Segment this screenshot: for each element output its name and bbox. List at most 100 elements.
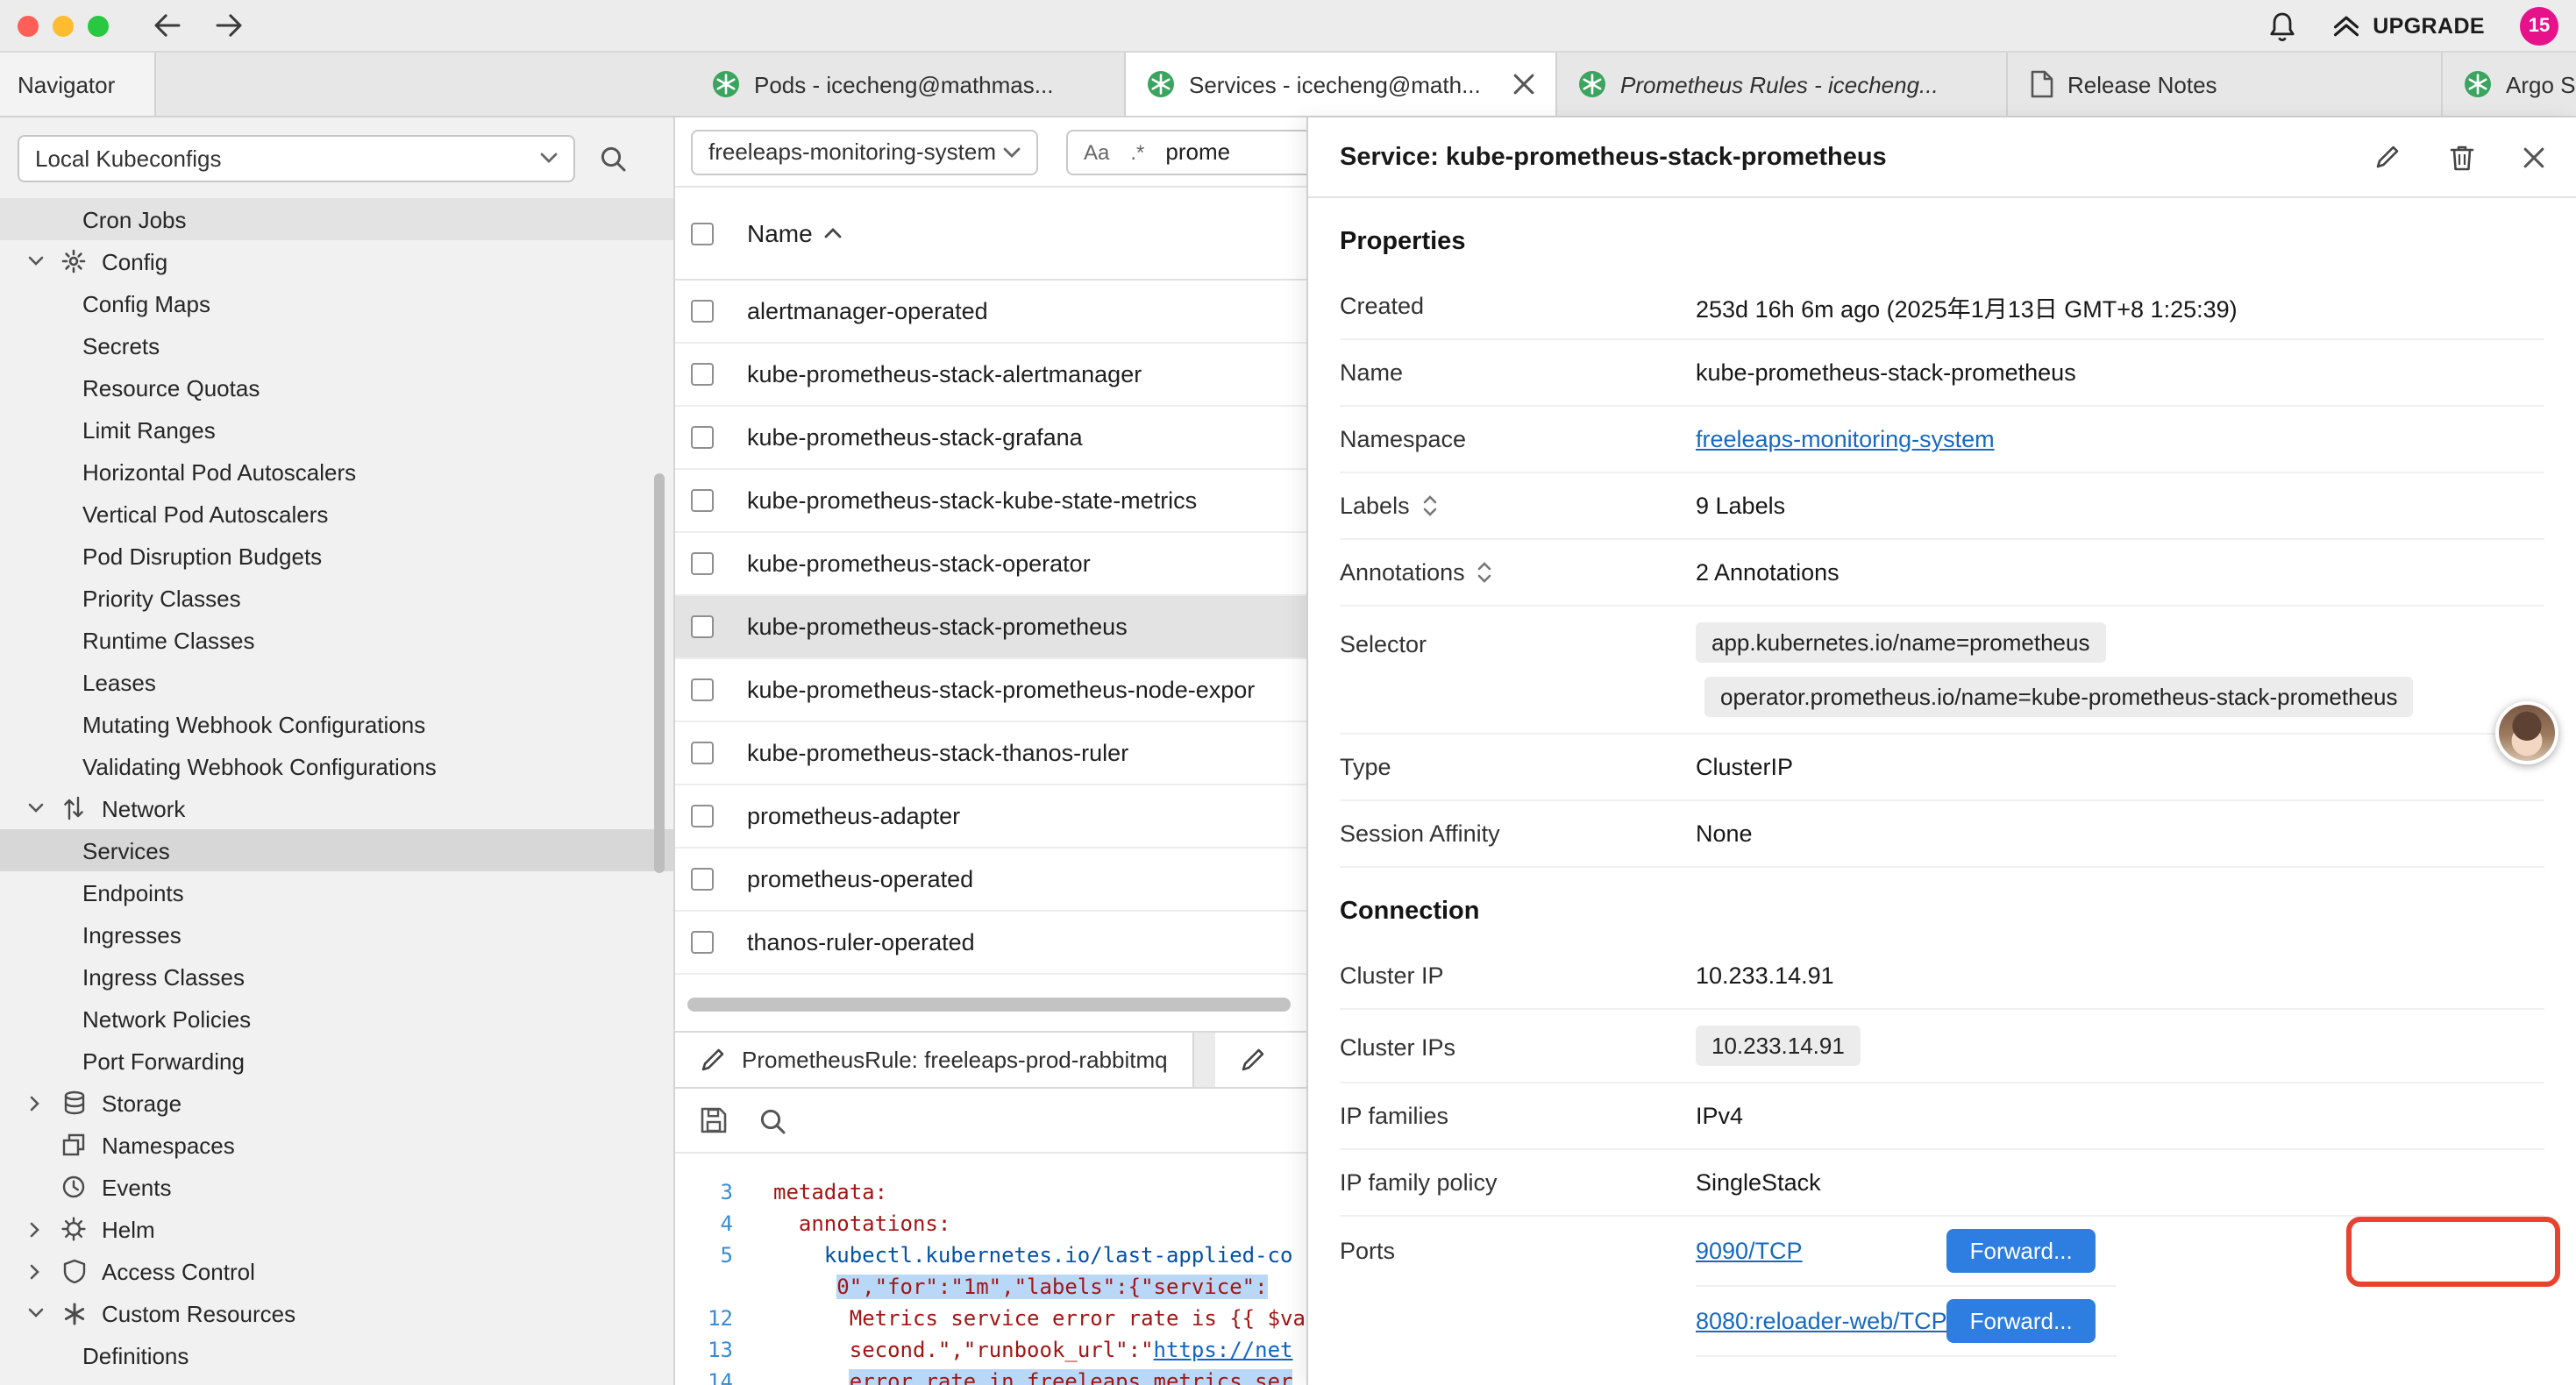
minimize-window-button[interactable] — [53, 15, 74, 36]
expander-icon[interactable] — [21, 1299, 49, 1327]
sidebar-item-resource-quotas[interactable]: Resource Quotas — [0, 366, 673, 408]
sidebar-item-ingress-classes[interactable]: Ingress Classes — [0, 955, 673, 998]
port-row: 9090/TCP Forward... — [1696, 1217, 2117, 1287]
sidebar-item-secrets[interactable]: Secrets — [0, 324, 673, 366]
close-window-button[interactable] — [18, 15, 39, 36]
sidebar-scrollbar[interactable] — [654, 473, 665, 873]
tab-pods-icecheng-mathmas[interactable]: Pods - icecheng@mathmas... — [691, 53, 1126, 116]
sidebar-item-events[interactable]: Events — [0, 1166, 673, 1208]
sidebar-item-limit-ranges[interactable]: Limit Ranges — [0, 408, 673, 451]
sidebar-item-validating-webhook-configurations[interactable]: Validating Webhook Configurations — [0, 745, 673, 787]
expander-icon[interactable] — [21, 1173, 49, 1201]
sidebar-item-cron-jobs[interactable]: Cron Jobs — [0, 198, 673, 240]
editor-tab-background[interactable] — [1215, 1033, 1320, 1087]
edit-service-icon[interactable] — [2374, 144, 2401, 170]
kubernetes-icon — [712, 70, 740, 98]
sidebar-item-mutating-webhook-configurations[interactable]: Mutating Webhook Configurations — [0, 703, 673, 745]
row-checkbox[interactable] — [691, 931, 714, 954]
row-checkbox[interactable] — [691, 805, 714, 827]
sidebar-item-config[interactable]: Config — [0, 240, 673, 282]
namespace-filter-select[interactable]: freeleaps-monitoring-system — [691, 129, 1038, 174]
row-checkbox[interactable] — [691, 300, 714, 323]
tab-services-icecheng-math[interactable]: Services - icecheng@math... — [1126, 53, 1557, 116]
sidebar-item-custom-resources[interactable]: Custom Resources — [0, 1292, 673, 1334]
kubeconfig-selector[interactable]: Local Kubeconfigs — [18, 134, 575, 181]
notification-count-badge[interactable]: 15 — [2520, 6, 2558, 45]
save-icon[interactable] — [700, 1106, 728, 1134]
code-token: metadata: — [773, 1180, 887, 1204]
sidebar-item-priority-classes[interactable]: Priority Classes — [0, 577, 673, 619]
row-checkbox[interactable] — [691, 426, 714, 449]
match-case-toggle[interactable]: Aa — [1084, 139, 1109, 164]
forward-icon[interactable] — [216, 14, 242, 37]
upgrade-button[interactable]: UPGRADE — [2332, 12, 2485, 39]
tab-label: Pods - icecheng@mathmas... — [754, 71, 1053, 97]
detail-row-value: 9090/TCP Forward... 8080:reloader-web/TC… — [1696, 1217, 2117, 1357]
expander-icon[interactable] — [21, 1089, 49, 1117]
code-token: annotations: — [799, 1211, 950, 1236]
delete-service-icon[interactable] — [2450, 143, 2474, 171]
regex-toggle[interactable]: .* — [1130, 139, 1144, 164]
sidebar-item-namespaces[interactable]: Namespaces — [0, 1124, 673, 1166]
sort-toggle-icon[interactable] — [1422, 494, 1438, 517]
expander-icon[interactable] — [21, 794, 49, 822]
sidebar-item-endpoints[interactable]: Endpoints — [0, 871, 673, 913]
sidebar-item-network[interactable]: Network — [0, 787, 673, 829]
sidebar-item-horizontal-pod-autoscalers[interactable]: Horizontal Pod Autoscalers — [0, 451, 673, 493]
sidebar-item-network-policies[interactable]: Network Policies — [0, 998, 673, 1040]
expander-icon[interactable] — [21, 1257, 49, 1285]
code-token: second.","runbook_url":" — [850, 1338, 1154, 1362]
row-checkbox[interactable] — [691, 742, 714, 764]
sidebar-item-pod-disruption-budgets[interactable]: Pod Disruption Budgets — [0, 535, 673, 577]
port-link[interactable]: 8080:reloader-web/TCP — [1696, 1308, 1947, 1334]
sort-ascending-icon[interactable] — [825, 228, 843, 238]
sidebar-item-vertical-pod-autoscalers[interactable]: Vertical Pod Autoscalers — [0, 493, 673, 535]
editor-search-icon[interactable] — [759, 1107, 786, 1133]
close-tab-icon[interactable] — [1513, 74, 1534, 95]
tab-argo-se[interactable]: Argo Se — [2443, 53, 2576, 116]
tab-prometheus-rules-icecheng[interactable]: Prometheus Rules - icecheng... — [1557, 53, 2008, 116]
expander-icon[interactable] — [21, 247, 49, 275]
port-link[interactable]: 9090/TCP — [1696, 1238, 1803, 1264]
tab-label: Services - icecheng@math... — [1189, 71, 1481, 97]
sidebar-item-definitions[interactable]: Definitions — [0, 1334, 673, 1376]
sidebar-item-storage[interactable]: Storage — [0, 1082, 673, 1124]
row-checkbox[interactable] — [691, 489, 714, 512]
expander-icon[interactable] — [21, 1215, 49, 1243]
sidebar-item-runtime-classes[interactable]: Runtime Classes — [0, 619, 673, 661]
sidebar-item-helm[interactable]: Helm — [0, 1208, 673, 1250]
detail-row-label: IP families — [1340, 1103, 1448, 1129]
sidebar-item-config-maps[interactable]: Config Maps — [0, 282, 673, 324]
namespace-link[interactable]: freeleaps-monitoring-system — [1696, 426, 1995, 452]
row-checkbox[interactable] — [691, 868, 714, 891]
select-all-checkbox[interactable] — [691, 222, 714, 245]
sidebar-item-port-forwarding[interactable]: Port Forwarding — [0, 1040, 673, 1082]
sidebar-item-access-control[interactable]: Access Control — [0, 1250, 673, 1292]
sort-toggle-icon[interactable] — [1477, 561, 1493, 584]
detail-row-label: Name — [1340, 359, 1403, 386]
horizontal-scrollbar[interactable] — [687, 998, 1291, 1012]
sidebar-item-leases[interactable]: Leases — [0, 661, 673, 703]
name-column-header[interactable]: Name — [747, 219, 813, 247]
row-checkbox[interactable] — [691, 615, 714, 638]
sidebar-item-services[interactable]: Services — [0, 829, 673, 871]
forward-button-primary[interactable]: Forward... — [1947, 1229, 2096, 1273]
row-checkbox[interactable] — [691, 552, 714, 575]
assistant-avatar[interactable] — [2495, 701, 2558, 764]
tab-release-notes[interactable]: Release Notes — [2008, 53, 2443, 116]
sidebar-item-ingresses[interactable]: Ingresses — [0, 913, 673, 955]
sidebar-item-label: Ingress Classes — [82, 963, 245, 990]
sidebar-search-icon[interactable] — [600, 145, 626, 171]
row-checkbox[interactable] — [691, 678, 714, 701]
forward-button[interactable]: Forward... — [1947, 1299, 2096, 1343]
search-input[interactable]: prome — [1165, 138, 1230, 165]
editor-tab-active[interactable]: PrometheusRule: freeleaps-prod-rabbitmq — [675, 1033, 1194, 1087]
back-icon[interactable] — [154, 14, 181, 37]
row-checkbox[interactable] — [691, 363, 714, 386]
maximize-window-button[interactable] — [88, 15, 109, 36]
close-drawer-icon[interactable] — [2523, 146, 2544, 167]
navigator-header-tab[interactable]: Navigator — [0, 53, 156, 116]
detail-row-value: SingleStack — [1696, 1169, 1821, 1196]
notifications-bell-icon[interactable] — [2267, 10, 2297, 41]
expander-icon[interactable] — [21, 1131, 49, 1159]
